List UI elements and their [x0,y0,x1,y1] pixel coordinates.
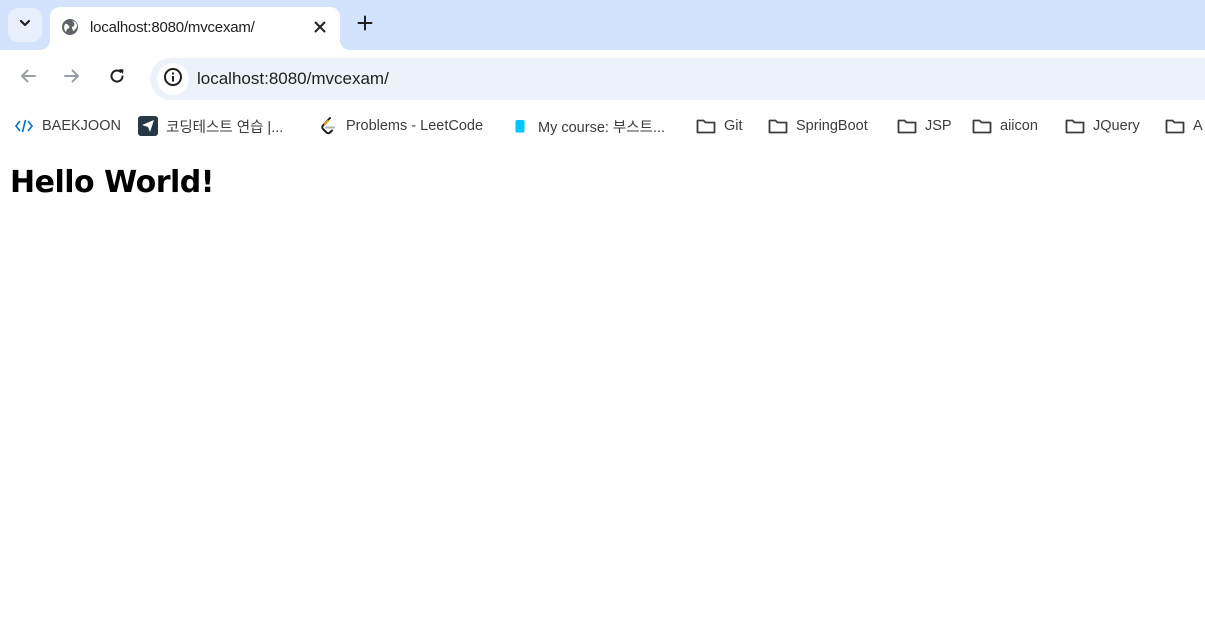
bookmark-programmers[interactable]: 코딩테스트 연습 |... [138,115,283,137]
globe-icon [61,18,79,36]
bookmark-label: Git [724,118,743,134]
bookmark-folder-jsp[interactable]: JSP [897,115,952,137]
arrow-left-icon [19,67,37,90]
bookmark-label: JSP [925,118,952,134]
bookmark-label: JQuery [1093,118,1140,134]
url-text[interactable]: localhost:8080/mvcexam/ [197,69,389,89]
active-tab[interactable]: localhost:8080/mvcexam/ [40,7,350,50]
folder-icon [1065,116,1085,136]
bookmark-folder-jquery[interactable]: JQuery [1065,115,1140,137]
back-button[interactable] [13,63,43,93]
page-heading: Hello World! [10,165,214,200]
forward-button[interactable] [57,63,87,93]
bookmark-folder-git[interactable]: Git [696,115,743,137]
site-info-button[interactable] [157,63,189,95]
bookmark-folder-a[interactable]: A [1165,115,1203,137]
folder-icon [768,116,788,136]
arrow-right-icon [63,67,81,90]
bookmark-label: 코딩테스트 연습 |... [166,119,284,136]
leetcode-icon [318,116,338,136]
bookmark-label: Problems - LeetCode [346,118,484,134]
baekjoon-icon [14,116,34,136]
bookmark-label: A [1193,118,1203,134]
bookmark-label: aiicon [1000,118,1038,134]
address-bar[interactable]: localhost:8080/mvcexam/ [150,58,1205,100]
plus-icon [357,15,373,36]
new-tab-button[interactable] [352,12,378,38]
page-content: Hello World! [0,145,1205,633]
chevron-down-icon [18,16,32,35]
folder-icon [972,116,992,136]
bookmark-leetcode[interactable]: Problems - LeetCode [318,115,483,137]
folder-icon [897,116,917,136]
folder-icon [696,116,716,136]
boostcourse-icon [510,116,530,136]
bookmark-baekjoon[interactable]: BAEKJOON [14,115,121,137]
tab-strip: localhost:8080/mvcexam/ [0,0,1205,50]
bookmarks-bar: BAEKJOON 코딩테스트 연습 |... Problems - LeetCo… [0,107,1205,145]
bookmark-label: BAEKJOON [42,118,121,134]
tab-title: localhost:8080/mvcexam/ [90,19,255,36]
reload-icon [108,67,126,90]
bookmark-label: SpringBoot [796,118,868,134]
bookmark-folder-aiicon[interactable]: aiicon [972,115,1038,137]
bookmark-boostcourse[interactable]: My course: 부스트... [510,115,665,137]
bookmark-label: My course: 부스트... [538,119,666,136]
programmers-icon [138,116,158,136]
reload-button[interactable] [102,63,132,93]
bookmark-folder-springboot[interactable]: SpringBoot [768,115,868,137]
tab-search-button[interactable] [8,8,42,42]
close-tab-icon[interactable] [309,16,331,38]
info-icon [163,67,183,92]
toolbar: localhost:8080/mvcexam/ [0,50,1205,107]
folder-icon [1165,116,1185,136]
